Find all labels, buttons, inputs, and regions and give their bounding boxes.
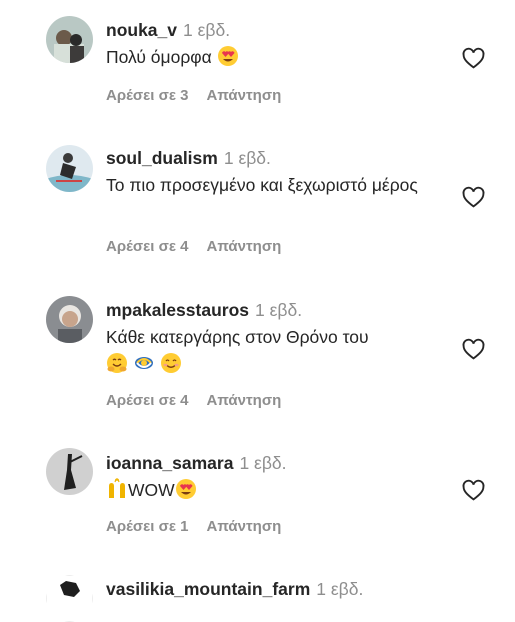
comment-text: Πολύ όμορφα	[106, 44, 436, 71]
username[interactable]: vasilikia_mountain_farm	[106, 579, 310, 599]
likes-count[interactable]: Αρέσει σε 1	[106, 518, 189, 535]
rotating-arrows-emoji	[133, 352, 155, 374]
likes-count[interactable]: Αρέσει σε 4	[106, 238, 189, 255]
avatar[interactable]	[46, 296, 93, 343]
comment-header: ioanna_samara 1 εβδ.	[106, 452, 287, 474]
heart-eyes-emoji	[217, 45, 239, 67]
username[interactable]: nouka_v	[106, 20, 177, 40]
username[interactable]: soul_dualism	[106, 148, 218, 168]
reply-button[interactable]: Απάντηση	[207, 238, 282, 255]
reply-button[interactable]: Απάντηση	[207, 87, 282, 104]
comment-actions: Αρέσει σε 1 Απάντηση	[106, 518, 281, 535]
avatar[interactable]	[46, 448, 93, 495]
reply-button[interactable]: Απάντηση	[207, 392, 282, 409]
comment-body: Το πιο προσεγμένο και ξεχωριστό μέρος	[106, 175, 418, 195]
comment-actions: Αρέσει σε 4 Απάντηση	[106, 238, 281, 255]
raising-hands-emoji	[106, 478, 128, 500]
heart-eyes-emoji	[175, 478, 197, 500]
like-heart-icon[interactable]	[461, 337, 486, 362]
avatar[interactable]	[46, 16, 93, 63]
comment-header: nouka_v 1 εβδ.	[106, 19, 230, 41]
like-heart-icon[interactable]	[461, 185, 486, 210]
hugging-emoji	[106, 352, 128, 374]
likes-count[interactable]: Αρέσει σε 4	[106, 392, 189, 409]
username[interactable]: mpakalesstauros	[106, 300, 249, 320]
comment-header: vasilikia_mountain_farm 1 εβδ.	[106, 578, 363, 600]
timestamp[interactable]: 1 εβδ.	[183, 20, 230, 40]
smiling-emoji	[160, 352, 182, 374]
comment-actions: Αρέσει σε 4 Απάντηση	[106, 392, 281, 409]
username[interactable]: ioanna_samara	[106, 453, 233, 473]
comment-text: WOW	[106, 477, 436, 504]
likes-count[interactable]: Αρέσει σε 3	[106, 87, 189, 104]
timestamp[interactable]: 1 εβδ.	[224, 148, 271, 168]
comment-header: soul_dualism 1 εβδ.	[106, 147, 271, 169]
comment-body: WOW	[128, 480, 175, 500]
comment-body: Κάθε κατεργάρης στον Θρόνο του	[106, 327, 369, 347]
timestamp[interactable]: 1 εβδ.	[316, 579, 363, 599]
timestamp[interactable]: 1 εβδ.	[255, 300, 302, 320]
like-heart-icon[interactable]	[461, 478, 486, 503]
reply-button[interactable]: Απάντηση	[207, 518, 282, 535]
comment-header: mpakalesstauros 1 εβδ.	[106, 299, 302, 321]
comment-text: Κάθε κατεργάρης στον Θρόνο του	[106, 324, 436, 378]
comment-text: Το πιο προσεγμένο και ξεχωριστό μέρος	[106, 172, 436, 199]
comment-body: Πολύ όμορφα	[106, 47, 212, 67]
like-heart-icon[interactable]	[461, 46, 486, 71]
avatar[interactable]	[46, 145, 93, 192]
comment-actions: Αρέσει σε 3 Απάντηση	[106, 87, 281, 104]
timestamp[interactable]: 1 εβδ.	[239, 453, 286, 473]
